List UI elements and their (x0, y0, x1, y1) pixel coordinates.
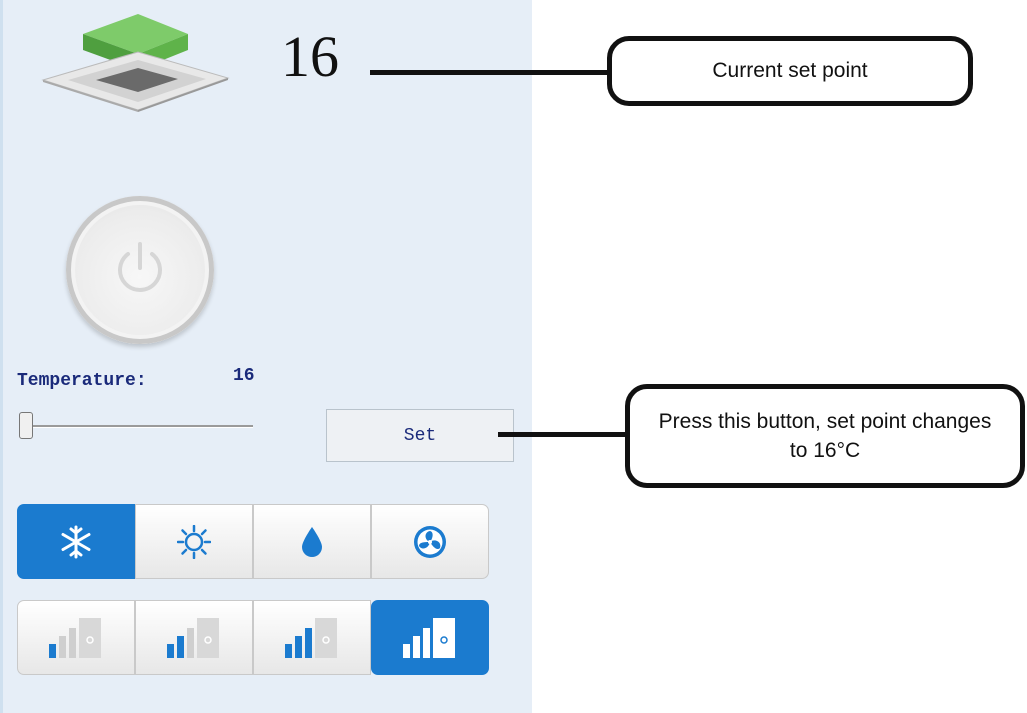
mode-selector (17, 504, 489, 579)
fan-speed-medium-icon (167, 617, 219, 658)
sun-icon (177, 524, 211, 559)
set-button[interactable]: Set (326, 409, 514, 462)
fan-speed-auto-icon (403, 617, 455, 658)
temperature-slider-track[interactable] (25, 425, 253, 428)
set-button-callout-line (498, 432, 630, 437)
current-setpoint-display: 16 (281, 24, 339, 89)
mode-cool-button[interactable] (17, 504, 135, 579)
mode-heat-button[interactable] (135, 504, 253, 579)
fan-icon (414, 525, 446, 558)
set-button-callout-text: Press this button, set point changes to … (658, 409, 992, 462)
ac-control-panel: 16 Temperature: 16 Set (0, 0, 532, 713)
temperature-value: 16 (233, 366, 255, 386)
mode-dry-button[interactable] (253, 504, 371, 579)
setpoint-callout-line (370, 70, 612, 75)
power-icon (118, 242, 162, 292)
fan-speed-1-button[interactable] (17, 600, 135, 675)
setpoint-callout-text: Current set point (712, 59, 868, 83)
fan-speed-selector (17, 600, 489, 675)
fan-speed-auto-button[interactable] (371, 600, 489, 675)
mode-fan-button[interactable] (371, 504, 489, 579)
fan-speed-3-button[interactable] (253, 600, 371, 675)
setpoint-callout: Current set point (607, 36, 973, 106)
fan-speed-high-icon (285, 617, 337, 658)
temperature-slider-thumb[interactable] (19, 412, 33, 439)
snowflake-icon (61, 525, 91, 558)
set-button-callout: Press this button, set point changes to … (625, 384, 1025, 488)
fan-speed-low-icon (49, 617, 101, 658)
ceiling-cassette-ac-icon (41, 14, 230, 112)
temperature-label: Temperature: (17, 371, 147, 391)
power-button[interactable] (66, 196, 214, 344)
water-drop-icon (302, 526, 322, 557)
fan-speed-2-button[interactable] (135, 600, 253, 675)
